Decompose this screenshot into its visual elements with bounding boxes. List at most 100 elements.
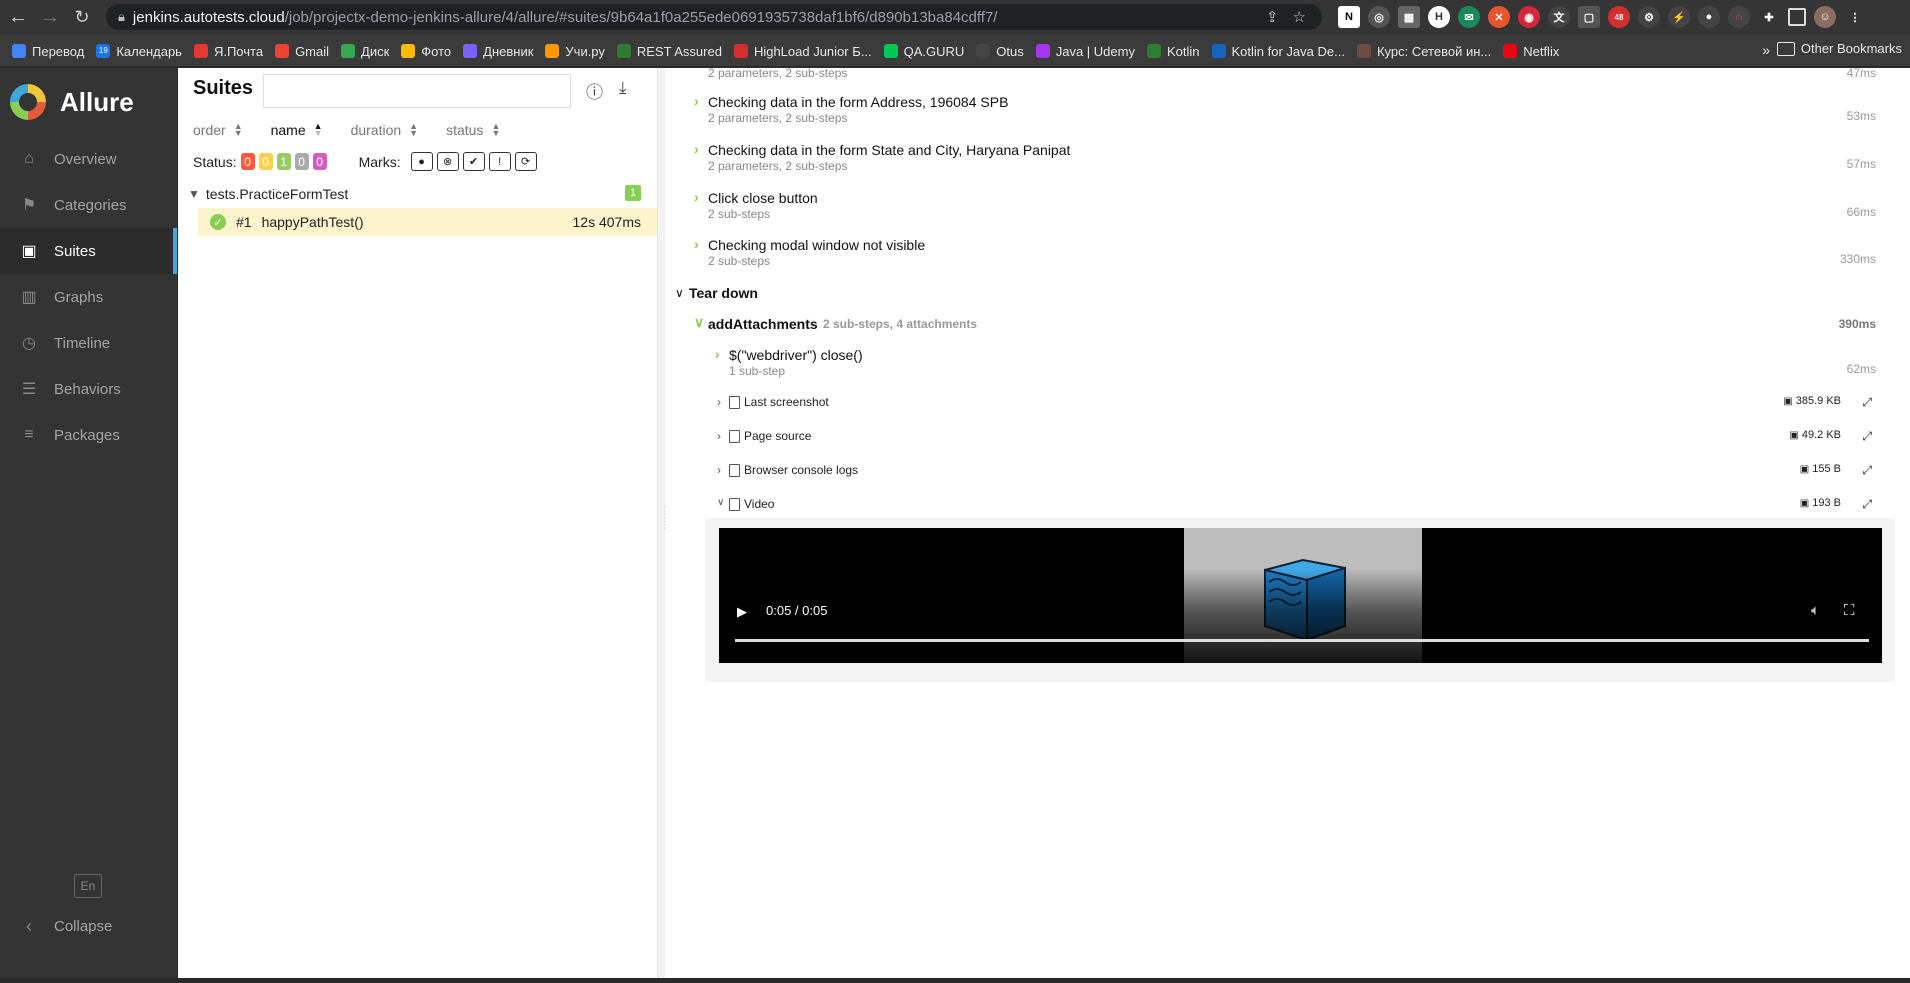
new-passed-mark-icon[interactable]: ✔ bbox=[462, 152, 485, 171]
step-duration: 330ms bbox=[1839, 252, 1876, 266]
language-switch[interactable]: En bbox=[74, 874, 102, 898]
sort-arrows-icon: ▲ ▼ bbox=[409, 121, 419, 138]
nav-item-packages[interactable]: ≡ Packages bbox=[0, 412, 177, 458]
bookmark-netflix[interactable]: Netflix bbox=[1503, 44, 1559, 59]
test-row[interactable]: ✓ #1 happyPathTest() 12s 407ms bbox=[198, 208, 657, 236]
nav-item-behaviors[interactable]: ☰ Behaviors bbox=[0, 366, 177, 412]
nav-item-graphs[interactable]: ▥ Graphs bbox=[0, 274, 177, 320]
bookmark-kotlin-java[interactable]: Kotlin for Java De... bbox=[1211, 44, 1345, 59]
flaky-mark-icon[interactable]: ● bbox=[410, 152, 433, 171]
fixture-meta: 2 sub-steps, 4 attachments bbox=[823, 317, 978, 331]
bookmark-udemy[interactable]: Java | Udemy bbox=[1035, 44, 1135, 59]
sort-name[interactable]: name ▲ ▼ bbox=[271, 122, 323, 139]
nav-label: Timeline bbox=[54, 334, 111, 352]
sidebar-toggle-icon[interactable] bbox=[1788, 8, 1806, 26]
brand[interactable]: Allure bbox=[0, 68, 177, 136]
step-duration: 62ms bbox=[1846, 362, 1876, 376]
expand-icon[interactable]: ⤢ bbox=[1862, 463, 1872, 478]
globe-extension-icon[interactable]: ◎ bbox=[1368, 6, 1390, 28]
red-extension-icon[interactable]: 48 bbox=[1608, 6, 1630, 28]
new-broken-mark-icon[interactable]: ! bbox=[488, 152, 511, 171]
notion-extension-icon[interactable]: N bbox=[1338, 6, 1360, 28]
bar-chart-icon: ▥ bbox=[21, 289, 37, 306]
other-bookmarks[interactable]: Other Bookmarks bbox=[1776, 41, 1902, 56]
video-progress-bar[interactable] bbox=[735, 639, 1869, 642]
bookmark-calendar[interactable]: 19 Календарь bbox=[96, 44, 182, 59]
retries-mark-icon[interactable]: ⟳ bbox=[514, 152, 537, 171]
bookmark-label: Дневник bbox=[483, 43, 534, 59]
suite-row[interactable]: ▼ tests.PracticeFormTest 1 bbox=[178, 180, 657, 208]
status-count-badge[interactable]: 0 bbox=[294, 153, 309, 171]
download-icon[interactable]: ⤓ bbox=[619, 78, 627, 103]
grey-extension-icon[interactable]: ▢ bbox=[1578, 6, 1600, 28]
attachment-size-value: 385.9 KB bbox=[1795, 395, 1841, 407]
translate-extension-icon[interactable]: 文 bbox=[1548, 6, 1570, 28]
play-icon[interactable]: ▶ bbox=[737, 604, 747, 620]
translate-favicon bbox=[12, 44, 26, 58]
mail-extension-icon[interactable]: ✉ bbox=[1458, 6, 1480, 28]
more-menu-icon[interactable]: ⋮ bbox=[1844, 6, 1866, 28]
bookmark-network-course[interactable]: Курс: Сетевой ин... bbox=[1356, 43, 1492, 59]
status-count-badge[interactable]: 0 bbox=[240, 153, 255, 171]
nav-item-suites[interactable]: ▣ Suites bbox=[0, 228, 177, 274]
profile-avatar[interactable]: ☺ bbox=[1814, 6, 1836, 28]
mute-icon[interactable]: 🔈︎ bbox=[1811, 602, 1820, 619]
netflix-favicon bbox=[1503, 44, 1518, 58]
bookmark-diary[interactable]: Дневник bbox=[463, 44, 533, 59]
nav-item-overview[interactable]: ⌂ Overview bbox=[0, 136, 177, 182]
sort-duration[interactable]: duration ▲ ▼ bbox=[351, 121, 419, 139]
bookmark-highload[interactable]: HighLoad Junior Б... bbox=[733, 44, 872, 59]
bookmark-label: Курс: Сетевой ин... bbox=[1376, 43, 1492, 59]
chevron-right-icon: › bbox=[694, 236, 699, 252]
sort-order[interactable]: order ▲ ▼ bbox=[193, 122, 243, 139]
back-icon[interactable]: ← bbox=[4, 3, 32, 31]
status-count-badge[interactable]: 0 bbox=[312, 153, 327, 171]
target-extension-icon[interactable]: ◉ bbox=[1518, 6, 1540, 28]
image-extension-icon[interactable]: ▦ bbox=[1398, 6, 1420, 28]
bookmark-otus[interactable]: Otus bbox=[976, 44, 1024, 59]
bomb-extension-icon[interactable]: ● bbox=[1698, 6, 1720, 28]
save-icon: ▣ bbox=[1783, 396, 1793, 407]
fullscreen-icon[interactable]: ⛶ bbox=[1844, 602, 1855, 619]
x-extension-icon[interactable]: ✕ bbox=[1488, 6, 1510, 28]
file-icon bbox=[729, 430, 740, 443]
gear-extension-icon[interactable]: ⚙ bbox=[1638, 6, 1660, 28]
bookmark-label: Я.Почта bbox=[213, 43, 264, 59]
bookmark-kotlin[interactable]: Kotlin bbox=[1146, 43, 1200, 59]
bookmark-drive[interactable]: Диск bbox=[341, 44, 389, 59]
new-failed-mark-icon[interactable]: ⊗ bbox=[436, 152, 459, 171]
bookmark-label: Kotlin bbox=[1166, 43, 1200, 59]
nav-item-timeline[interactable]: ◷ Timeline bbox=[0, 320, 177, 366]
magnet-extension-icon[interactable]: ∩ bbox=[1728, 6, 1750, 28]
step-duration: 47ms bbox=[1846, 68, 1876, 80]
puzzle-icon[interactable]: ✚ bbox=[1758, 6, 1780, 28]
collapse-button[interactable]: ‹ Collapse bbox=[18, 916, 112, 937]
sort-status[interactable]: status ▲ ▼ bbox=[446, 122, 500, 139]
expand-icon[interactable]: ⤢ bbox=[1862, 429, 1872, 444]
brand-name: Allure bbox=[60, 86, 134, 117]
h-extension-icon[interactable]: H bbox=[1428, 6, 1450, 28]
bookmark-uchi[interactable]: Учи.ру bbox=[545, 44, 605, 59]
bookmark-gmail[interactable]: Gmail bbox=[275, 44, 329, 59]
address-bar[interactable]: 🔒︎ jenkins.autotests.cloud/job/projectx-… bbox=[106, 4, 1322, 30]
star-icon[interactable]: ☆ bbox=[1293, 8, 1306, 26]
expand-icon[interactable]: ⤢ bbox=[1862, 497, 1872, 512]
more-options-icon[interactable]: ⋮ bbox=[1879, 602, 1882, 620]
expand-icon[interactable]: ⤢ bbox=[1862, 395, 1872, 410]
info-icon[interactable]: ⓘ bbox=[586, 78, 603, 103]
bookmark-photos[interactable]: Фото bbox=[401, 44, 451, 59]
lightning-extension-icon[interactable]: ⚡ bbox=[1668, 6, 1690, 28]
forward-icon[interactable]: → bbox=[36, 3, 64, 31]
bookmarks-overflow-button[interactable]: » bbox=[1762, 42, 1770, 58]
bookmark-translate[interactable]: Перевод bbox=[12, 44, 84, 59]
nav-item-categories[interactable]: ⚑ Categories bbox=[0, 182, 177, 228]
status-count-badge[interactable]: 1 bbox=[276, 153, 291, 171]
status-count-badge[interactable]: 0 bbox=[258, 153, 273, 171]
bookmark-yandex-mail[interactable]: Я.Почта bbox=[193, 43, 264, 59]
bookmark-qa-guru[interactable]: QA.GURU bbox=[883, 44, 964, 59]
search-input[interactable] bbox=[263, 74, 571, 108]
reload-icon[interactable]: ↻ bbox=[68, 3, 96, 31]
share-icon[interactable]: ⇪ bbox=[1266, 8, 1279, 26]
video-player[interactable]: ▶ 0:05 / 0:05 🔈︎ ⛶ ⋮ bbox=[719, 528, 1882, 663]
bookmark-rest-assured[interactable]: REST Assured bbox=[616, 44, 722, 59]
